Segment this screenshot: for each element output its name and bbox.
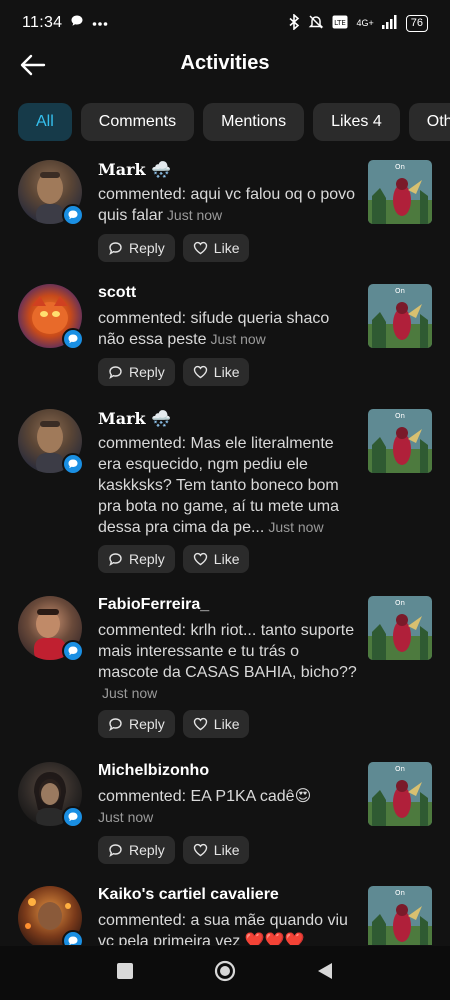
bluetooth-icon — [288, 12, 300, 33]
username[interactable]: Mark 🌨️ — [98, 160, 171, 179]
heart-icon — [193, 717, 207, 731]
comment-text: commented: aqui vc falou oq o povo quis … — [98, 186, 356, 224]
activity-list: Mark 🌨️ commented: aqui vc falou oq o po… — [0, 150, 450, 945]
reply-button[interactable]: Reply — [98, 234, 175, 262]
page-title: Activities — [180, 52, 270, 74]
comment-text: commented: sifude queria shaco não essa … — [98, 310, 330, 348]
snow-cloud-emoji: 🌨️ — [151, 409, 172, 428]
comment-text: commented: EA P1KA cadê😍 Just now — [98, 788, 312, 825]
comment-badge-icon — [62, 453, 84, 475]
video-thumbnail[interactable]: On — [368, 284, 432, 348]
comment-actions: Reply Like — [98, 358, 250, 386]
timestamp: Just now — [268, 519, 324, 535]
reply-icon — [109, 241, 122, 255]
comment-text: commented: krlh riot... tanto suporte ma… — [98, 622, 357, 701]
timestamp: Just now — [210, 331, 266, 347]
tab-likes[interactable]: Likes 4 — [313, 103, 400, 141]
timestamp: Just now — [98, 809, 154, 825]
heart-icon — [193, 552, 207, 566]
reply-button[interactable]: Reply — [98, 836, 175, 864]
comment-badge-icon — [62, 640, 84, 662]
comment-actions: Reply Like — [98, 836, 250, 864]
tab-all[interactable]: All — [18, 103, 72, 141]
comment-text: commented: Mas ele literalmente era esqu… — [98, 435, 340, 536]
more-notifications-icon — [92, 14, 108, 32]
like-button[interactable]: Like — [182, 358, 250, 386]
status-time: 11:34 — [22, 14, 63, 31]
reply-button[interactable]: Reply — [98, 710, 175, 738]
volte-icon: LTE — [332, 15, 348, 32]
heart-icon — [193, 241, 207, 255]
thumbnail-caption: On — [395, 765, 405, 773]
back-nav-button[interactable] — [316, 962, 334, 985]
thumbnail-caption: On — [395, 889, 405, 897]
like-button[interactable]: Like — [182, 710, 250, 738]
snow-cloud-emoji: 🌨️ — [151, 160, 172, 179]
svg-text:LTE: LTE — [335, 19, 347, 27]
heart-icon — [193, 843, 207, 857]
like-button[interactable]: Like — [182, 836, 250, 864]
comment-badge-icon — [62, 204, 84, 226]
timestamp: Just now — [102, 685, 158, 701]
triangle-back-icon — [318, 962, 332, 979]
status-bar: 11:34 LTE 4G+ 76 — [0, 0, 450, 46]
comment-badge-icon — [62, 930, 84, 945]
comment-badge-icon — [62, 328, 84, 350]
reply-icon — [109, 717, 122, 731]
reply-icon — [109, 552, 122, 566]
reply-button[interactable]: Reply — [98, 545, 175, 573]
comment-actions: Reply Like — [98, 710, 250, 738]
tab-others[interactable]: Oth — [408, 103, 450, 141]
recents-button[interactable] — [116, 962, 134, 985]
header: Activities — [0, 46, 450, 86]
signal-icon — [381, 14, 398, 32]
video-thumbnail[interactable]: On — [368, 596, 432, 660]
battery-indicator: 76 — [405, 14, 428, 32]
thumbnail-caption: On — [395, 599, 405, 607]
timestamp: Just now — [166, 207, 223, 223]
video-thumbnail[interactable]: On — [368, 886, 432, 945]
thumbnail-caption: On — [395, 163, 405, 171]
video-thumbnail[interactable]: On — [368, 160, 432, 224]
comment-actions: Reply Like — [98, 234, 250, 262]
network-type: 4G+ — [356, 17, 374, 28]
tab-comments[interactable]: Comments — [80, 103, 195, 141]
bell-muted-icon — [308, 14, 324, 33]
chat-bubble-icon — [70, 14, 84, 33]
thumbnail-caption: On — [395, 287, 405, 295]
comment-actions: Reply Like — [98, 545, 250, 573]
username[interactable]: Mark 🌨️ — [98, 409, 171, 428]
thumbnail-caption: On — [395, 412, 405, 420]
heart-icon — [193, 365, 207, 379]
reply-button[interactable]: Reply — [98, 358, 175, 386]
video-thumbnail[interactable]: On — [368, 762, 432, 826]
comment-badge-icon — [62, 806, 84, 828]
username[interactable]: Kaiko's cartiel cavaliere — [98, 886, 279, 904]
home-button[interactable] — [214, 960, 236, 987]
tab-mentions[interactable]: Mentions — [203, 103, 305, 141]
reply-icon — [109, 365, 122, 379]
filter-tabs: All Comments Mentions Likes 4 Oth — [18, 103, 450, 141]
reply-icon — [109, 843, 122, 857]
video-thumbnail[interactable]: On — [368, 409, 432, 473]
like-button[interactable]: Like — [182, 234, 250, 262]
username[interactable]: Michelbizonho — [98, 762, 209, 780]
like-button[interactable]: Like — [182, 545, 250, 573]
circle-icon — [214, 960, 236, 981]
username[interactable]: scott — [98, 284, 136, 302]
square-icon — [117, 962, 133, 979]
system-navigation-bar — [0, 946, 450, 1000]
comment-text: commented: a sua mãe quando viu vc pela … — [98, 912, 348, 945]
username[interactable]: FabioFerreira_ — [98, 596, 209, 614]
